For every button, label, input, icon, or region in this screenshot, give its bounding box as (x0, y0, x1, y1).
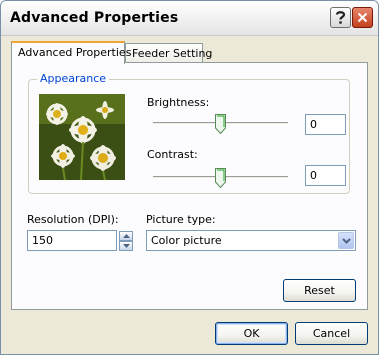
resolution-label: Resolution (DPI): (27, 213, 119, 226)
help-button[interactable] (330, 7, 351, 28)
resolution-field[interactable]: 150 (27, 230, 117, 251)
close-button[interactable] (352, 7, 373, 28)
resolution-up-button[interactable] (119, 231, 133, 241)
picture-type-label: Picture type: (146, 213, 216, 226)
tab-feeder-setting[interactable]: Feeder Setting (125, 43, 212, 63)
window-title: Advanced Properties (10, 10, 179, 26)
tab-panel: Appearance Brightness: 0 Contrast: 0 Res… (11, 62, 368, 310)
contrast-field[interactable]: 0 (305, 165, 346, 186)
title-bar[interactable]: Advanced Properties (1, 1, 378, 36)
cancel-button[interactable]: Cancel (295, 322, 368, 345)
appearance-group-label: Appearance (37, 72, 110, 85)
question-icon (335, 11, 346, 24)
contrast-slider[interactable] (153, 166, 288, 188)
preview-image (39, 94, 125, 180)
brightness-slider[interactable] (153, 112, 288, 134)
advanced-properties-dialog: Advanced Properties Advanced Properties … (0, 0, 379, 355)
reset-button[interactable]: Reset (283, 279, 356, 302)
brightness-field[interactable]: 0 (305, 114, 346, 135)
appearance-group: Appearance Brightness: 0 Contrast: 0 (28, 72, 350, 194)
contrast-slider-thumb[interactable] (215, 168, 226, 188)
chevron-down-icon (341, 237, 351, 244)
tab-advanced-properties[interactable]: Advanced Properties (11, 41, 131, 64)
resolution-spinner[interactable] (119, 231, 133, 251)
brightness-label: Brightness: (147, 96, 210, 109)
brightness-slider-thumb[interactable] (215, 114, 226, 134)
ok-button[interactable]: OK (215, 322, 288, 345)
picture-type-value: Color picture (151, 234, 222, 247)
picture-type-dropdown-button[interactable] (338, 232, 354, 249)
picture-type-select[interactable]: Color picture (146, 230, 356, 251)
contrast-label: Contrast: (147, 148, 198, 161)
arrow-down-icon (122, 244, 130, 248)
arrow-up-icon (122, 234, 130, 238)
close-icon (357, 12, 368, 23)
resolution-down-button[interactable] (119, 241, 133, 251)
